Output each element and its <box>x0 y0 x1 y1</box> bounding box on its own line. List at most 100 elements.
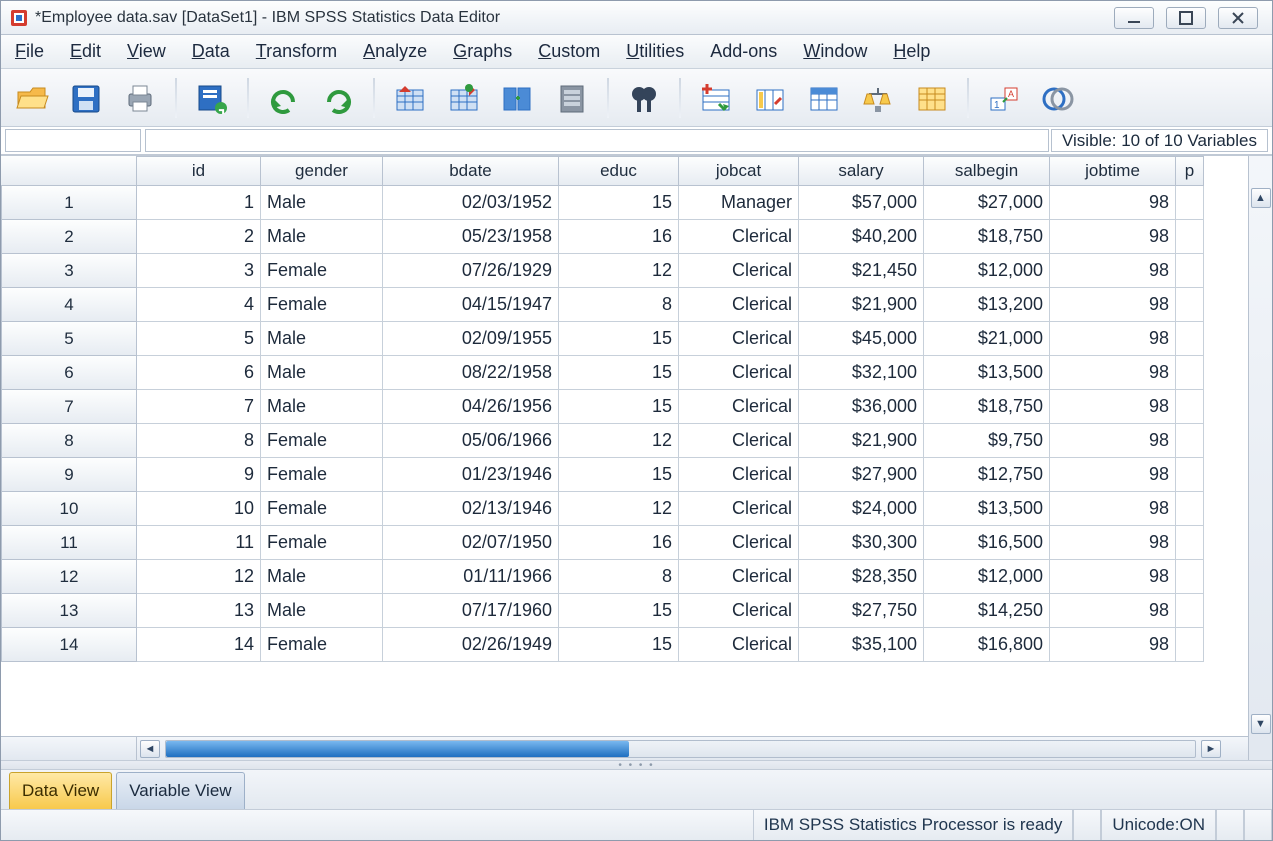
cell-salary[interactable]: $27,750 <box>799 594 924 628</box>
cell-id[interactable]: 5 <box>137 322 261 356</box>
cell-educ[interactable]: 12 <box>559 424 679 458</box>
cell-gender[interactable]: Male <box>261 390 383 424</box>
cell-jobtime[interactable]: 98 <box>1050 322 1176 356</box>
cell-gender[interactable]: Female <box>261 526 383 560</box>
cell-salbegin[interactable]: $18,750 <box>924 220 1050 254</box>
cell-gender[interactable]: Female <box>261 492 383 526</box>
cell-p[interactable] <box>1176 594 1204 628</box>
cell-salbegin[interactable]: $21,000 <box>924 322 1050 356</box>
menu-data[interactable]: Data <box>192 41 230 62</box>
cell-gender[interactable]: Male <box>261 220 383 254</box>
cell-salbegin[interactable]: $13,500 <box>924 492 1050 526</box>
cell-jobcat[interactable]: Clerical <box>679 254 799 288</box>
cell-jobcat[interactable]: Clerical <box>679 560 799 594</box>
data-grid[interactable]: idgenderbdateeducjobcatsalarysalbeginjob… <box>1 156 1248 760</box>
cell-jobcat[interactable]: Clerical <box>679 220 799 254</box>
cell-id[interactable]: 6 <box>137 356 261 390</box>
column-header-salary[interactable]: salary <box>799 156 924 186</box>
cell-bdate[interactable]: 07/26/1929 <box>383 254 559 288</box>
cell-jobcat[interactable]: Clerical <box>679 356 799 390</box>
vertical-scrollbar[interactable]: ▲ ▼ <box>1248 156 1272 760</box>
cell-salbegin[interactable]: $12,000 <box>924 560 1050 594</box>
cell-bdate[interactable]: 02/13/1946 <box>383 492 559 526</box>
cell-educ[interactable]: 15 <box>559 594 679 628</box>
cell-jobcat[interactable]: Clerical <box>679 526 799 560</box>
cell-value-box[interactable] <box>145 129 1049 152</box>
column-header-id[interactable]: id <box>137 156 261 186</box>
cell-gender[interactable]: Female <box>261 628 383 662</box>
menu-graphs[interactable]: Graphs <box>453 41 512 62</box>
hscroll-track[interactable] <box>165 740 1196 758</box>
cell-name-box[interactable] <box>5 129 141 152</box>
cell-salary[interactable]: $21,900 <box>799 424 924 458</box>
recall-dialog-button[interactable] <box>189 77 235 119</box>
menu-file[interactable]: File <box>15 41 44 62</box>
cell-id[interactable]: 12 <box>137 560 261 594</box>
menu-help[interactable]: Help <box>893 41 930 62</box>
cell-p[interactable] <box>1176 288 1204 322</box>
row-header[interactable]: 4 <box>1 288 137 322</box>
cell-id[interactable]: 10 <box>137 492 261 526</box>
scroll-right-arrow-icon[interactable]: ► <box>1201 740 1221 758</box>
cell-bdate[interactable]: 05/23/1958 <box>383 220 559 254</box>
insert-case-button[interactable] <box>693 77 739 119</box>
print-button[interactable] <box>117 77 163 119</box>
cell-id[interactable]: 9 <box>137 458 261 492</box>
cell-gender[interactable]: Female <box>261 424 383 458</box>
cell-gender[interactable]: Male <box>261 560 383 594</box>
cell-salary[interactable]: $21,900 <box>799 288 924 322</box>
cell-id[interactable]: 8 <box>137 424 261 458</box>
row-header[interactable]: 11 <box>1 526 137 560</box>
column-header-bdate[interactable]: bdate <box>383 156 559 186</box>
cell-jobcat[interactable]: Clerical <box>679 594 799 628</box>
cell-jobtime[interactable]: 98 <box>1050 424 1176 458</box>
row-header[interactable]: 9 <box>1 458 137 492</box>
cell-bdate[interactable]: 02/09/1955 <box>383 322 559 356</box>
cell-gender[interactable]: Male <box>261 356 383 390</box>
scroll-up-arrow-icon[interactable]: ▲ <box>1251 188 1271 208</box>
weight-cases-button[interactable] <box>855 77 901 119</box>
cell-jobcat[interactable]: Clerical <box>679 390 799 424</box>
column-header-educ[interactable]: educ <box>559 156 679 186</box>
close-button[interactable] <box>1218 7 1258 29</box>
undo-button[interactable] <box>261 77 307 119</box>
cell-id[interactable]: 1 <box>137 186 261 220</box>
row-header[interactable]: 14 <box>1 628 137 662</box>
row-header[interactable]: 12 <box>1 560 137 594</box>
cell-bdate[interactable]: 02/03/1952 <box>383 186 559 220</box>
cell-bdate[interactable]: 07/17/1960 <box>383 594 559 628</box>
cell-jobcat[interactable]: Manager <box>679 186 799 220</box>
menu-transform[interactable]: Transform <box>256 41 337 62</box>
goto-variable-button[interactable] <box>441 77 487 119</box>
cell-bdate[interactable]: 04/15/1947 <box>383 288 559 322</box>
menu-view[interactable]: View <box>127 41 166 62</box>
cell-jobtime[interactable]: 98 <box>1050 628 1176 662</box>
cell-gender[interactable]: Female <box>261 288 383 322</box>
menu-edit[interactable]: Edit <box>70 41 101 62</box>
row-header[interactable]: 13 <box>1 594 137 628</box>
tab-variable-view[interactable]: Variable View <box>116 772 244 809</box>
cell-salary[interactable]: $30,300 <box>799 526 924 560</box>
cell-id[interactable]: 4 <box>137 288 261 322</box>
column-header-gender[interactable]: gender <box>261 156 383 186</box>
cell-salbegin[interactable]: $13,500 <box>924 356 1050 390</box>
cell-p[interactable] <box>1176 390 1204 424</box>
cell-id[interactable]: 13 <box>137 594 261 628</box>
cell-bdate[interactable]: 04/26/1956 <box>383 390 559 424</box>
column-header-salbegin[interactable]: salbegin <box>924 156 1050 186</box>
cell-jobtime[interactable]: 98 <box>1050 220 1176 254</box>
insert-variable-button[interactable] <box>747 77 793 119</box>
cell-bdate[interactable]: 02/07/1950 <box>383 526 559 560</box>
cell-salary[interactable]: $57,000 <box>799 186 924 220</box>
cell-salary[interactable]: $32,100 <box>799 356 924 390</box>
cell-salary[interactable]: $21,450 <box>799 254 924 288</box>
cell-educ[interactable]: 12 <box>559 492 679 526</box>
cell-bdate[interactable]: 08/22/1958 <box>383 356 559 390</box>
cell-salbegin[interactable]: $13,200 <box>924 288 1050 322</box>
cell-bdate[interactable]: 02/26/1949 <box>383 628 559 662</box>
cell-salary[interactable]: $24,000 <box>799 492 924 526</box>
row-header[interactable]: 3 <box>1 254 137 288</box>
cell-salary[interactable]: $40,200 <box>799 220 924 254</box>
corner-cell[interactable] <box>1 156 137 186</box>
cell-salary[interactable]: $36,000 <box>799 390 924 424</box>
